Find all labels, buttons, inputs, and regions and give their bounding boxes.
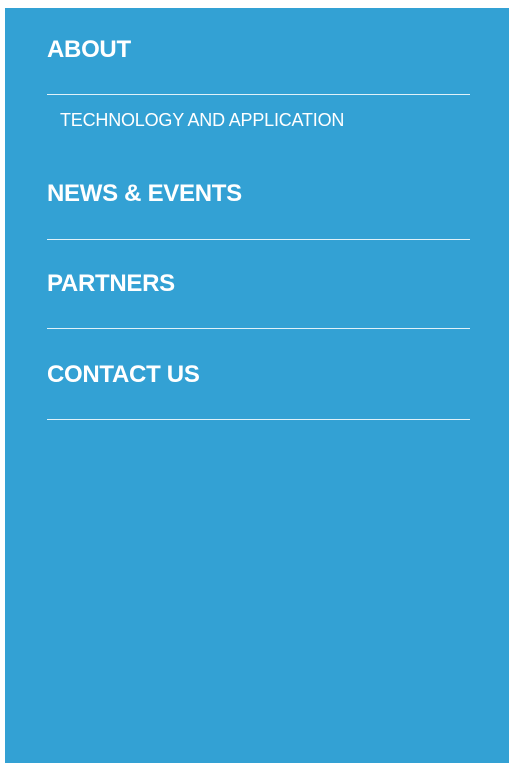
menu-divider [47, 94, 470, 95]
menu-divider [47, 328, 470, 329]
menu-item-contact-us[interactable]: CONTACT US [47, 361, 200, 389]
menu-divider [47, 239, 470, 240]
submenu-item-technology-and-application[interactable]: TECHNOLOGY AND APPLICATION [60, 110, 344, 131]
menu-item-about[interactable]: ABOUT [47, 36, 131, 64]
menu-item-partners[interactable]: PARTNERS [47, 270, 175, 298]
menu-item-news-events[interactable]: NEWS & EVENTS [47, 180, 242, 208]
mobile-menu-panel: ABOUT TECHNOLOGY AND APPLICATION NEWS & … [5, 8, 509, 763]
menu-divider [47, 419, 470, 420]
